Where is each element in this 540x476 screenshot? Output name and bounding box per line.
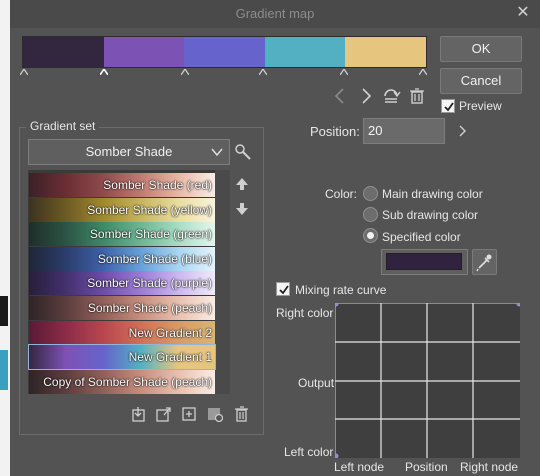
position-input[interactable]: 20 [363, 118, 445, 144]
gradient-segment [345, 37, 426, 67]
eyedropper-icon[interactable] [472, 249, 497, 275]
main-drawing-color-radio[interactable] [363, 186, 378, 201]
move-down-icon[interactable] [234, 201, 250, 217]
gradient-segment [103, 37, 185, 67]
gradient-node-handle[interactable] [100, 69, 108, 75]
gradient-segment [264, 37, 346, 67]
next-node-icon[interactable] [356, 86, 376, 106]
gradient-list-item[interactable]: Copy of Somber Shade (peach) [29, 369, 215, 394]
gradient-list-item[interactable]: Somber Shade (red) [29, 173, 215, 197]
gradient-set-select[interactable]: Somber Shade [28, 139, 230, 165]
gradient-settings-icon[interactable] [207, 406, 224, 423]
chevron-right-icon[interactable] [455, 123, 469, 139]
gradient-list-scrollbar[interactable] [215, 170, 230, 394]
gradient-set-label: Gradient set [26, 119, 100, 133]
gradient-list-item[interactable]: Somber Shade (green) [29, 222, 215, 247]
sub-drawing-color-label: Sub drawing color [382, 208, 479, 222]
curve-point[interactable] [333, 453, 339, 459]
specified-color-radio[interactable] [363, 228, 378, 243]
gradient-list-item[interactable]: New Gradient 2 [29, 320, 215, 345]
left-color-label: Left color [284, 445, 334, 459]
preview-label: Preview [459, 99, 502, 113]
trash-icon[interactable] [407, 86, 427, 106]
curve-point[interactable] [333, 301, 339, 307]
gradient-list-item-label: Somber Shade (yellow) [87, 202, 212, 217]
export-gradient-icon[interactable] [155, 406, 171, 422]
gradient-node-handle[interactable] [20, 69, 28, 75]
specified-color-label: Specified color [382, 230, 461, 244]
gradient-preview-bar[interactable] [22, 36, 427, 68]
gradient-list-item-label: Somber Shade (blue) [97, 251, 212, 266]
gradient-list-item-label: Somber Shade (purple) [87, 276, 212, 291]
gradient-node-handle[interactable] [419, 69, 427, 75]
canvas-background [0, 0, 10, 476]
position-axis-label: Position [405, 460, 448, 474]
color-label: Color: [325, 187, 358, 201]
cancel-button[interactable]: Cancel [440, 68, 522, 94]
gradient-list-item[interactable]: Somber Shade (blue) [29, 246, 215, 271]
gradient-list-item-label: Somber Shade (peach) [87, 301, 212, 315]
gradient-list-item-label: Copy of Somber Shade (peach) [43, 374, 212, 389]
curve-grid [333, 301, 522, 459]
gradient-list-item-label: Somber Shade (red) [103, 178, 212, 192]
gradient-list-item-label: New Gradient 1 [128, 350, 212, 365]
mixing-rate-curve-label: Mixing rate curve [295, 283, 387, 297]
canvas-artwork [0, 350, 8, 390]
mixing-rate-curve-checkbox[interactable] [276, 282, 290, 296]
specified-color-swatch [386, 253, 462, 270]
gradient-list-item[interactable]: Somber Shade (peach) [29, 296, 215, 320]
wrench-icon[interactable] [234, 143, 252, 161]
delete-gradient-icon[interactable] [233, 406, 249, 422]
right-color-label: Right color [276, 306, 334, 320]
main-drawing-color-label: Main drawing color [382, 187, 483, 201]
gradient-node-handle[interactable] [340, 69, 348, 75]
chevron-down-icon [211, 148, 223, 157]
gradient-list-item[interactable]: Somber Shade (yellow) [29, 197, 215, 222]
move-up-icon[interactable] [234, 176, 250, 192]
gradient-node-handle[interactable] [181, 69, 189, 75]
gradient-list-item[interactable]: Somber Shade (purple) [29, 271, 215, 296]
output-label: Output [298, 376, 335, 390]
gradient-segment [184, 37, 265, 67]
add-gradient-icon[interactable] [181, 406, 197, 422]
mixing-rate-curve-graph[interactable] [333, 301, 522, 459]
gradient-list-item-label: Somber Shade (green) [89, 227, 212, 242]
right-node-label: Right node [460, 460, 519, 474]
position-label: Position: [310, 124, 360, 139]
gradient-segment [23, 37, 104, 67]
gradient-list-item-label: New Gradient 2 [128, 325, 212, 340]
dialog-title: Gradient map [235, 6, 315, 21]
sub-drawing-color-radio[interactable] [363, 207, 378, 222]
preview-checkbox[interactable] [441, 99, 455, 113]
gradient-list-item[interactable]: New Gradient 1 [28, 344, 216, 371]
import-gradient-icon[interactable] [131, 406, 147, 422]
gradient-node-handle[interactable] [259, 69, 267, 75]
previous-node-icon[interactable] [330, 86, 350, 106]
reverse-gradient-icon[interactable] [381, 86, 401, 106]
canvas-artwork [0, 296, 8, 326]
close-icon[interactable]: ✕ [514, 4, 532, 22]
ok-button[interactable]: OK [440, 36, 522, 62]
left-node-label: Left node [334, 460, 385, 474]
